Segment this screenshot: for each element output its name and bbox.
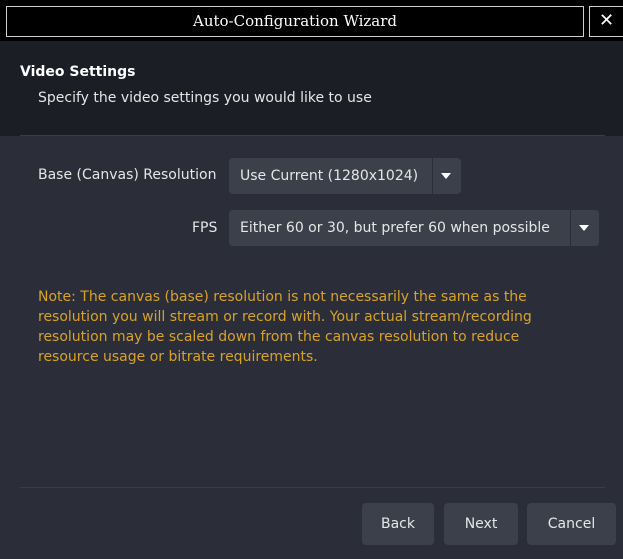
resolution-select-value: Use Current (1280x1024) xyxy=(240,168,419,184)
resolution-select[interactable]: Use Current (1280x1024) xyxy=(229,158,461,194)
resolution-label: Base (Canvas) Resolution xyxy=(38,167,217,183)
close-button[interactable]: ✕ xyxy=(589,6,623,37)
fps-select-divider xyxy=(570,210,571,246)
next-button[interactable]: Next xyxy=(444,503,518,545)
resolution-select-divider xyxy=(432,158,433,194)
wizard-window: Auto-Configuration Wizard ✕ Video Settin… xyxy=(0,0,623,559)
page-header: Video Settings Specify the video setting… xyxy=(0,41,623,136)
title-bar: Auto-Configuration Wizard ✕ xyxy=(0,0,623,41)
window-title: Auto-Configuration Wizard xyxy=(7,7,583,36)
page-subtitle: Specify the video settings you would lik… xyxy=(38,90,372,106)
close-icon: ✕ xyxy=(598,10,615,31)
fps-select[interactable]: Either 60 or 30, but prefer 60 when poss… xyxy=(229,210,599,246)
header-divider xyxy=(20,135,605,136)
footer-divider xyxy=(20,487,605,488)
cancel-button[interactable]: Cancel xyxy=(527,503,616,545)
chevron-down-icon[interactable] xyxy=(579,225,589,231)
fps-select-value: Either 60 or 30, but prefer 60 when poss… xyxy=(240,220,550,236)
back-button[interactable]: Back xyxy=(362,503,434,545)
resolution-note: Note: The canvas (base) resolution is no… xyxy=(38,289,532,365)
page-title: Video Settings xyxy=(20,64,136,80)
fps-label: FPS xyxy=(192,220,218,236)
chevron-down-icon[interactable] xyxy=(441,173,451,179)
